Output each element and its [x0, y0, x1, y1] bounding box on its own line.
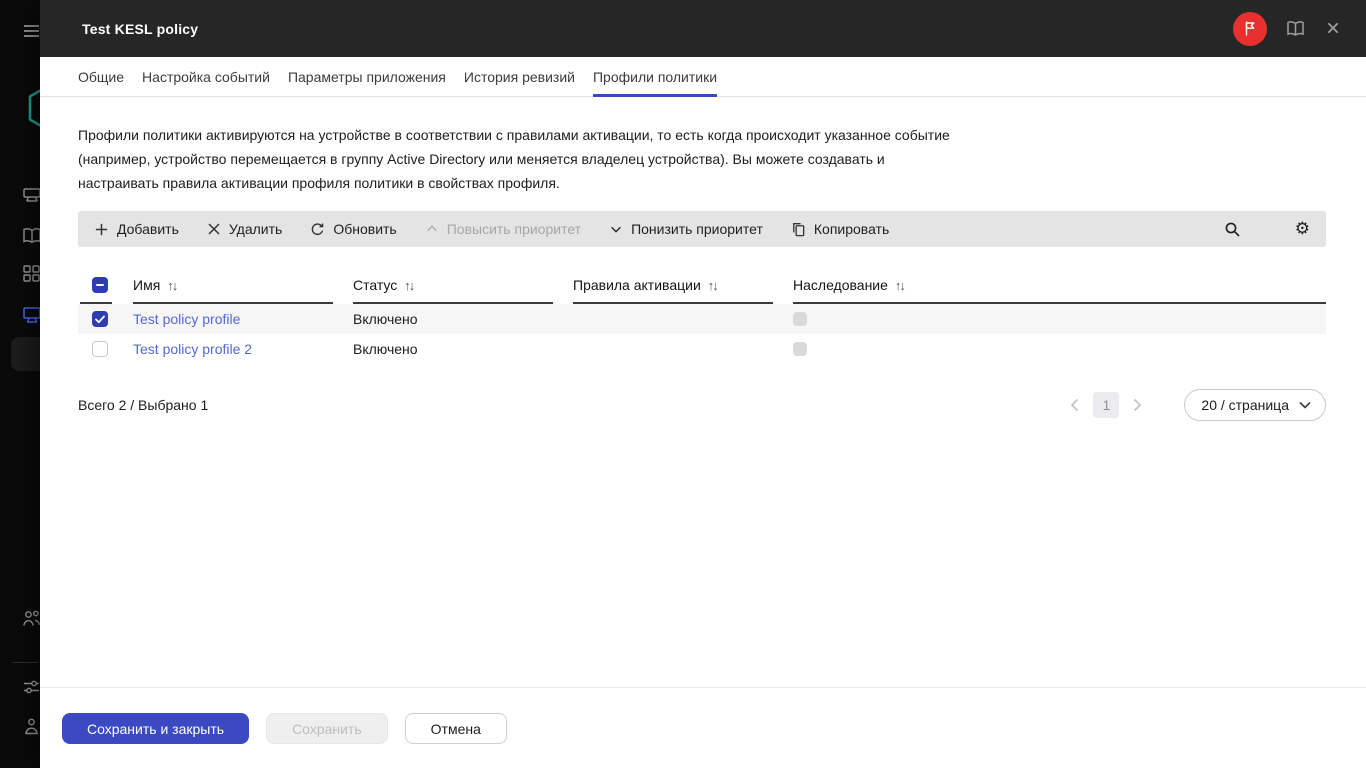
cancel-button[interactable]: Отмена [404, 713, 507, 744]
reports-icon[interactable] [22, 227, 40, 244]
sort-icon: ↑↓ [404, 277, 415, 293]
select-all-cell [78, 266, 133, 304]
dialog-actions: Сохранить и закрыть Сохранить Отмена [40, 687, 1366, 768]
flag-icon[interactable] [1232, 11, 1267, 46]
copy-button[interactable]: Копировать [791, 221, 889, 237]
tab-application-settings[interactable]: Параметры приложения [288, 57, 446, 96]
profile-name-link[interactable]: Test policy profile [133, 311, 353, 327]
policy-properties-window: Test KESL policy × Общие Настройка событ… [40, 0, 1366, 768]
devices-icon[interactable] [22, 186, 40, 204]
row-checkbox[interactable] [92, 311, 108, 327]
inheritance-checkbox-disabled [793, 342, 807, 356]
add-button[interactable]: Добавить [94, 221, 179, 237]
save-button: Сохранить [266, 713, 388, 744]
sliders-icon[interactable] [22, 678, 40, 696]
menu-icon[interactable] [24, 25, 39, 40]
table-footer: Всего 2 / Выбрано 1 1 20 / страница [78, 389, 1326, 421]
lower-priority-button[interactable]: Понизить приоритет [609, 221, 763, 237]
column-header-activation-rules[interactable]: Правила активации ↑↓ [573, 266, 793, 304]
window-titlebar: Test KESL policy × [40, 0, 1366, 57]
row-checkbox[interactable] [92, 341, 108, 357]
profile-status: Включено [353, 311, 418, 327]
x-icon [207, 222, 221, 236]
selection-summary: Всего 2 / Выбрано 1 [78, 397, 209, 413]
search-icon[interactable] [1224, 221, 1241, 238]
profile-status: Включено [353, 341, 418, 357]
gear-icon[interactable]: ⚙ [1295, 220, 1310, 238]
window-title: Test KESL policy [82, 20, 199, 37]
tab-bar: Общие Настройка событий Параметры прилож… [40, 57, 1366, 97]
tab-content: Профили политики активируются на устройс… [40, 97, 1366, 687]
sort-icon: ↑↓ [167, 277, 178, 293]
table-row: Test policy profile 2 Включено [78, 334, 1326, 364]
chevron-up-icon [425, 222, 439, 236]
table-header: Имя ↑↓ Статус ↑↓ Правила активации ↑↓ На… [78, 266, 1326, 304]
app-sidebar [0, 0, 40, 768]
sidebar-active-item[interactable] [11, 337, 40, 371]
plus-icon [94, 222, 109, 237]
page-number[interactable]: 1 [1093, 392, 1120, 418]
table-row: Test policy profile Включено [78, 304, 1326, 334]
delete-button[interactable]: Удалить [207, 221, 282, 237]
column-header-inheritance[interactable]: Наследование ↑↓ [793, 266, 1326, 304]
tab-general[interactable]: Общие [78, 57, 124, 96]
inheritance-checkbox-disabled [793, 312, 807, 326]
column-header-status[interactable]: Статус ↑↓ [353, 266, 573, 304]
policy-profiles-description: Профили политики активируются на устройс… [78, 127, 950, 191]
copy-icon [791, 222, 806, 237]
tab-policy-profiles[interactable]: Профили политики [592, 57, 718, 97]
help-book-icon[interactable] [1286, 20, 1305, 37]
chevron-down-icon [609, 222, 623, 236]
users-icon[interactable] [22, 609, 40, 628]
select-all-checkbox[interactable] [92, 277, 108, 293]
sidebar-divider [12, 662, 38, 663]
tab-event-configuration[interactable]: Настройка событий [142, 57, 270, 96]
apps-grid-icon[interactable] [22, 264, 40, 283]
table-toolbar: Добавить Удалить Обновить Повысить приор… [78, 211, 1326, 247]
column-header-name[interactable]: Имя ↑↓ [133, 266, 353, 304]
page-size-select[interactable]: 20 / страница [1184, 389, 1326, 421]
chevron-down-icon [1299, 401, 1311, 409]
save-and-close-button[interactable]: Сохранить и закрыть [62, 713, 250, 744]
sort-icon: ↑↓ [894, 277, 906, 293]
tab-revision-history[interactable]: История ревизий [464, 57, 575, 96]
previous-page-icon[interactable] [1066, 394, 1083, 416]
account-icon[interactable] [22, 717, 40, 736]
monitor-icon[interactable] [22, 306, 40, 324]
next-page-icon[interactable] [1129, 394, 1146, 416]
profile-name-link[interactable]: Test policy profile 2 [133, 341, 353, 357]
kaspersky-logo [26, 84, 40, 132]
close-icon[interactable]: × [1324, 16, 1342, 41]
sort-icon: ↑↓ [707, 277, 719, 293]
refresh-button[interactable]: Обновить [310, 221, 397, 237]
raise-priority-button: Повысить приоритет [425, 221, 581, 237]
refresh-icon [310, 222, 325, 237]
